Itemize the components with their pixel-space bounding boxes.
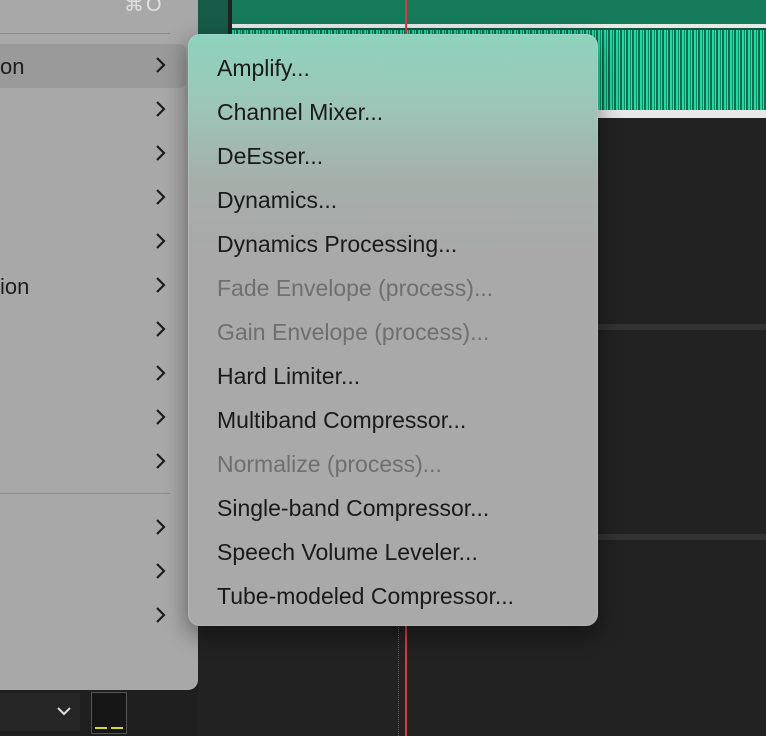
menu-item-label: Dynamics Processing... xyxy=(217,231,458,257)
menu-item-multiband-compressor[interactable]: Multiband Compressor... xyxy=(188,397,598,441)
menu-item-hard-limiter[interactable]: Hard Limiter... xyxy=(188,353,598,397)
parent-menu-item[interactable] xyxy=(0,308,186,352)
parent-menu-item-label: on xyxy=(0,54,25,79)
menu-shortcut: ⌘O xyxy=(124,0,164,16)
menu-item-speech-volume-leveler[interactable]: Speech Volume Leveler... xyxy=(188,529,598,573)
chevron-right-icon xyxy=(152,407,170,427)
menu-item-label: Multiband Compressor... xyxy=(217,407,467,433)
chevron-right-icon xyxy=(152,55,170,75)
chevron-right-icon xyxy=(152,451,170,471)
waveform-lane-top xyxy=(232,0,766,24)
menu-item-amplify[interactable]: Amplify... xyxy=(188,45,598,89)
parent-menu-item[interactable]: ion xyxy=(0,264,186,308)
dropdown-select[interactable] xyxy=(0,693,80,731)
parent-menu-item[interactable]: on xyxy=(0,44,186,88)
parent-menu-item[interactable] xyxy=(0,396,186,440)
menu-item-label: DeEsser... xyxy=(217,143,324,169)
effects-menu: ⌘O on ion xyxy=(0,0,198,690)
chevron-right-icon xyxy=(152,363,170,383)
chevron-right-icon xyxy=(152,319,170,339)
menu-item-label: Normalize (process)... xyxy=(217,451,442,477)
menu-item-label: Single-band Compressor... xyxy=(217,495,490,521)
meter-level-left xyxy=(95,727,107,729)
chevron-right-icon xyxy=(152,275,170,295)
parent-menu-item[interactable] xyxy=(0,550,186,594)
menu-item-label: Tube-modeled Compressor... xyxy=(217,583,515,609)
parent-menu-item[interactable] xyxy=(0,220,186,264)
parent-menu-item-label: ion xyxy=(0,274,30,299)
level-meter xyxy=(91,692,127,734)
meter-level-right xyxy=(111,727,123,729)
chevron-right-icon xyxy=(152,99,170,119)
parent-menu-item[interactable] xyxy=(0,88,186,132)
chevron-right-icon xyxy=(152,187,170,207)
menu-item-deesser[interactable]: DeEsser... xyxy=(188,133,598,177)
menu-item-label: Amplify... xyxy=(217,55,310,81)
menu-item-label: Channel Mixer... xyxy=(217,99,384,125)
chevron-right-icon xyxy=(152,605,170,625)
menu-item-dynamics-processing[interactable]: Dynamics Processing... xyxy=(188,221,598,265)
amplitude-compression-submenu: Amplify... Channel Mixer... DeEsser... Dyna… xyxy=(188,34,598,626)
chevron-right-icon xyxy=(152,143,170,163)
lane-separator xyxy=(232,24,766,28)
chevron-right-icon xyxy=(152,517,170,537)
menu-item-label: Fade Envelope (process)... xyxy=(217,275,494,301)
parent-menu-item[interactable] xyxy=(0,352,186,396)
menu-item-dynamics[interactable]: Dynamics... xyxy=(188,177,598,221)
menu-item-tube-modeled-compressor[interactable]: Tube-modeled Compressor... xyxy=(188,573,598,617)
menu-item-normalize-process[interactable]: Normalize (process)... xyxy=(188,441,598,485)
menu-item-label: Hard Limiter... xyxy=(217,363,361,389)
menu-item-label: Dynamics... xyxy=(217,187,338,213)
parent-menu-item[interactable] xyxy=(0,594,186,638)
chevron-down-icon xyxy=(54,703,74,724)
chevron-right-icon xyxy=(152,231,170,251)
parent-menu-item[interactable] xyxy=(0,176,186,220)
menu-separator xyxy=(0,493,170,494)
parent-menu-item[interactable] xyxy=(0,440,186,484)
parent-menu-item[interactable] xyxy=(0,132,186,176)
menu-separator xyxy=(0,33,170,34)
menu-item-channel-mixer[interactable]: Channel Mixer... xyxy=(188,89,598,133)
menu-item-label: Gain Envelope (process)... xyxy=(217,319,490,345)
chevron-right-icon xyxy=(152,561,170,581)
menu-item-single-band-compressor[interactable]: Single-band Compressor... xyxy=(188,485,598,529)
menu-item-label: Speech Volume Leveler... xyxy=(217,539,478,565)
parent-menu-item[interactable] xyxy=(0,506,186,550)
menu-item-gain-envelope-process[interactable]: Gain Envelope (process)... xyxy=(188,309,598,353)
menu-item-fade-envelope-process[interactable]: Fade Envelope (process)... xyxy=(188,265,598,309)
